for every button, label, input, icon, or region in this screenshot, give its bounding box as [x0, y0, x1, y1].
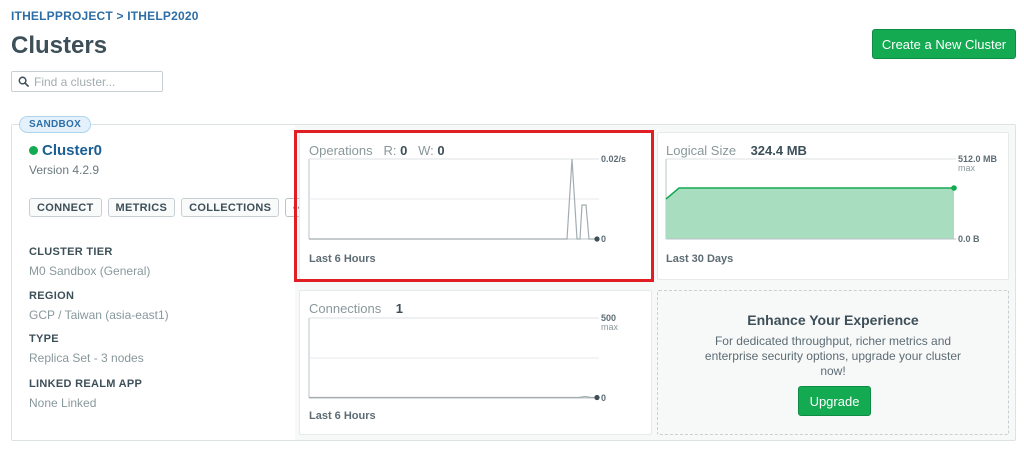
promo-title: Enhance Your Experience	[747, 312, 919, 328]
collections-button[interactable]: COLLECTIONS	[181, 198, 280, 217]
upgrade-button[interactable]: Upgrade	[798, 386, 871, 416]
logical-size-title: Logical Size 324.4 MB	[666, 143, 807, 158]
status-dot-icon	[29, 146, 38, 155]
cluster-name-link[interactable]: Cluster0	[29, 142, 102, 159]
size-ymax-label: 512.0 MB max	[958, 154, 998, 173]
meta-label: CLUSTER TIER	[29, 246, 113, 258]
cluster-search[interactable]	[11, 71, 163, 92]
connect-button[interactable]: CONNECT	[29, 198, 102, 217]
breadcrumb[interactable]: ITHELPPROJECT > ITHELP2020	[11, 9, 199, 23]
connections-chart	[308, 317, 600, 401]
size-ymin-label: 0.0 B	[958, 234, 980, 244]
cluster-name[interactable]: Cluster0	[42, 142, 102, 159]
cluster-tier: CLUSTER TIER M0 Sandbox (General)	[29, 246, 150, 278]
logical-size-chart	[665, 158, 957, 240]
connections-value: 1	[395, 301, 403, 316]
meta-value: M0 Sandbox (General)	[29, 264, 151, 278]
promo-text: For dedicated throughput, richer metrics…	[704, 334, 962, 378]
logical-size-panel[interactable]: Logical Size 324.4 MB 512.0 MB max 0.0 B …	[657, 132, 1009, 280]
linked-realm-app: LINKED REALM APP None Linked	[29, 378, 142, 410]
meta-value: None Linked	[29, 396, 97, 410]
meta-value: Replica Set - 3 nodes	[29, 351, 144, 365]
meta-label: REGION	[29, 290, 75, 302]
create-cluster-button[interactable]: Create a New Cluster	[872, 29, 1016, 59]
meta-value: GCP / Taiwan (asia-east1)	[29, 308, 169, 322]
connections-footer: Last 6 Hours	[309, 410, 376, 422]
metrics-button[interactable]: METRICS	[107, 198, 176, 217]
meta-label: LINKED REALM APP	[29, 378, 143, 390]
logical-size-footer: Last 30 Days	[666, 253, 734, 265]
cluster-region: REGION GCP / Taiwan (asia-east1)	[29, 290, 169, 322]
operations-highlight-box	[294, 130, 654, 282]
upgrade-promo: Enhance Your Experience For dedicated th…	[657, 290, 1009, 435]
cluster-type: TYPE Replica Set - 3 nodes	[29, 333, 144, 365]
cluster-version: Version 4.2.9	[29, 163, 100, 177]
sandbox-badge: SANDBOX	[19, 116, 92, 133]
connections-title: Connections 1	[309, 301, 403, 316]
search-input[interactable]	[34, 74, 159, 89]
meta-label: TYPE	[29, 333, 59, 345]
cluster-actions: CONNECT METRICS COLLECTIONS •••	[29, 198, 316, 217]
conn-ymax-label: 500 max	[601, 313, 619, 332]
search-icon	[18, 76, 29, 87]
page-title: Clusters	[11, 32, 108, 59]
connections-panel[interactable]: Connections 1 500 max 0 Last 6 Hours	[299, 290, 652, 435]
conn-ymin-label: 0	[601, 393, 607, 403]
logical-size-value: 324.4 MB	[750, 143, 807, 158]
